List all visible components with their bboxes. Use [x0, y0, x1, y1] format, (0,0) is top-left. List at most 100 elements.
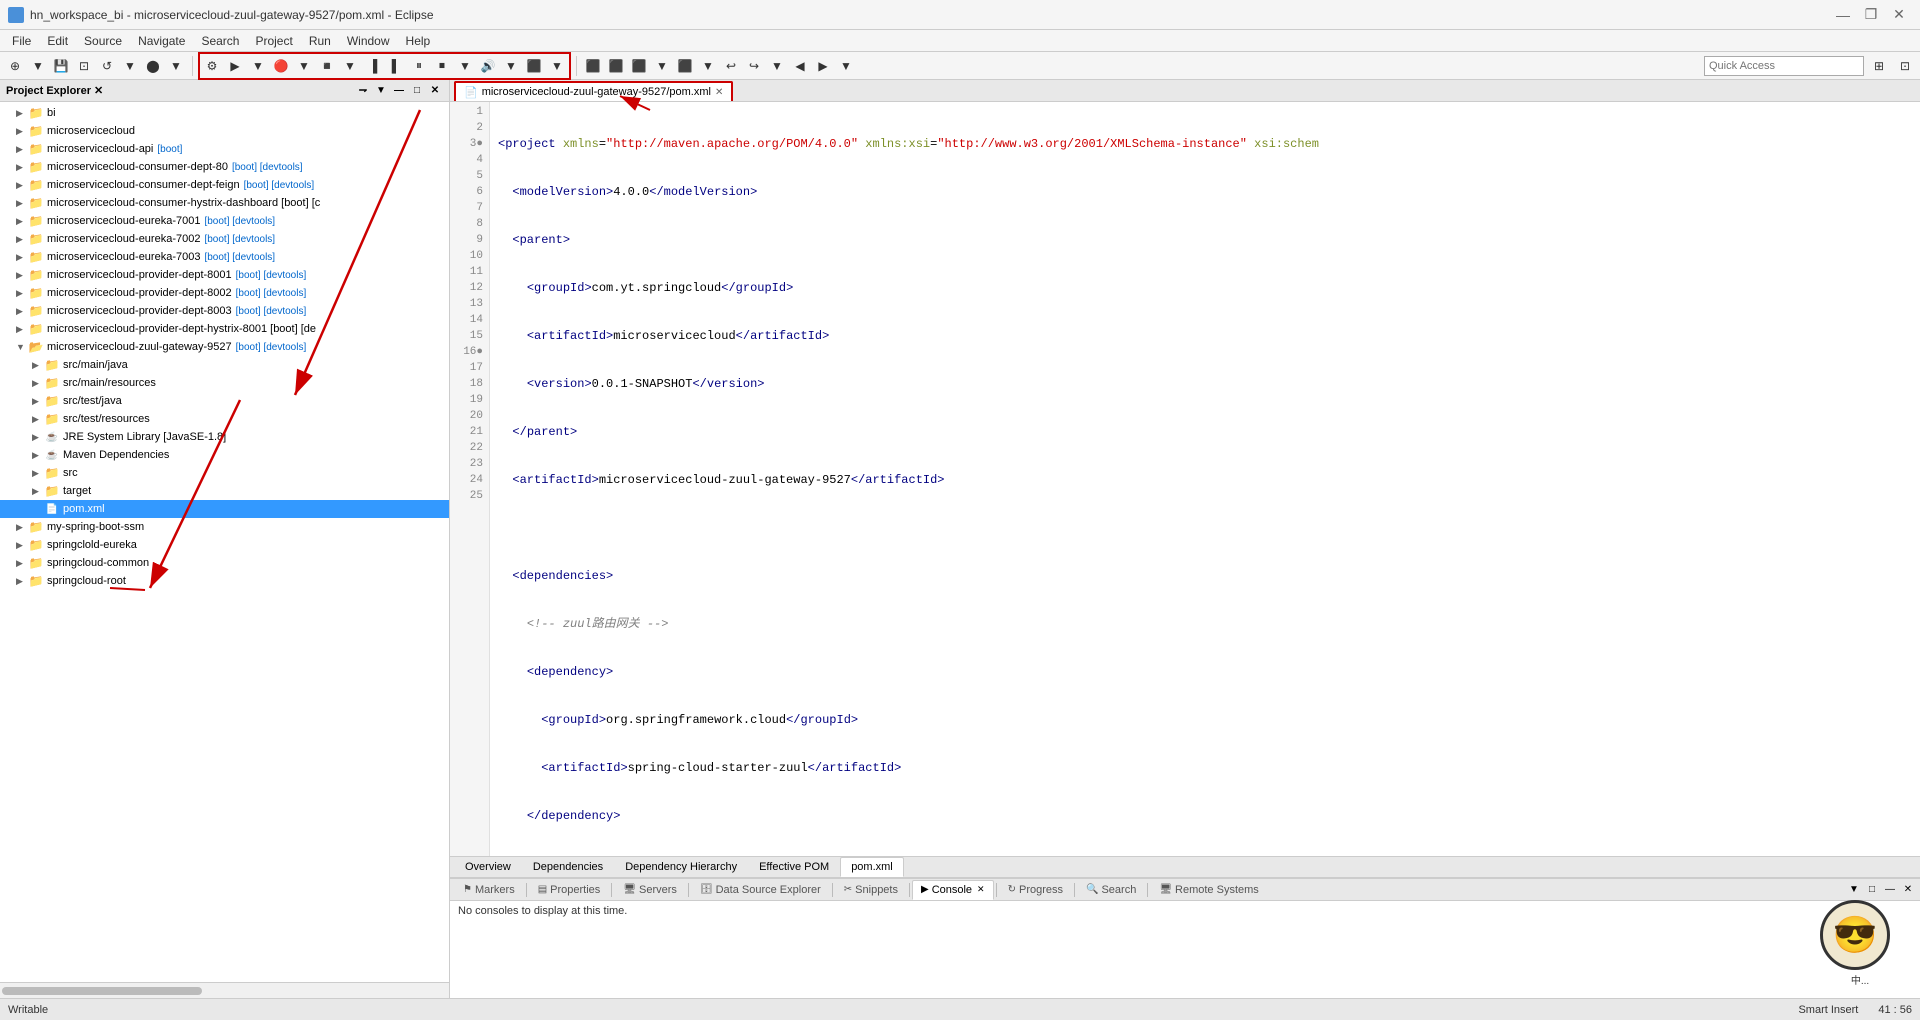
- tree-item-springcloud-common[interactable]: ▶ 📁 springcloud-common: [0, 554, 449, 572]
- maximize-button[interactable]: ❐: [1858, 4, 1884, 26]
- quick-access-input[interactable]: [1704, 56, 1864, 76]
- toolbar-hl-btn13[interactable]: 🔊: [477, 55, 499, 77]
- menu-file[interactable]: File: [4, 30, 39, 52]
- tree-item-api[interactable]: ▶ 📁 microservicecloud-api [boot]: [0, 140, 449, 158]
- toolbar-hl-btn7[interactable]: ▼: [339, 55, 361, 77]
- toolbar-hl-btn16[interactable]: ▼: [546, 55, 568, 77]
- tree-item-maven-deps[interactable]: ▶ ☕ Maven Dependencies: [0, 446, 449, 464]
- menu-source[interactable]: Source: [76, 30, 130, 52]
- toolbar-btn7[interactable]: ⬤: [142, 55, 164, 77]
- menu-search[interactable]: Search: [193, 30, 247, 52]
- bottom-tab-snippets[interactable]: ✂ Snippets: [835, 880, 907, 900]
- toolbar-r-btn7[interactable]: ↩: [720, 55, 742, 77]
- code-lines[interactable]: <project xmlns="http://maven.apache.org/…: [490, 102, 1920, 856]
- tree-item-src-test-res[interactable]: ▶ 📁 src/test/resources: [0, 410, 449, 428]
- menu-run[interactable]: Run: [301, 30, 339, 52]
- toolbar-r-btn10[interactable]: ◀: [789, 55, 811, 77]
- bottom-action-btn2[interactable]: □: [1864, 882, 1880, 898]
- toolbar-r-btn5[interactable]: ⬛: [674, 55, 696, 77]
- toolbar-btn6[interactable]: ▼: [119, 55, 141, 77]
- editor-tab-close[interactable]: ✕: [715, 87, 723, 98]
- tree-item-springclold-eureka[interactable]: ▶ 📁 springclold-eureka: [0, 536, 449, 554]
- perspective-btn2[interactable]: ⊡: [1894, 55, 1916, 77]
- tree-item-bi[interactable]: ▶ 📁 bi: [0, 104, 449, 122]
- menu-window[interactable]: Window: [339, 30, 398, 52]
- toolbar-r-btn3[interactable]: ⬛: [628, 55, 650, 77]
- toolbar-r-btn1[interactable]: ⬛: [582, 55, 604, 77]
- tree-item-springcloud-root[interactable]: ▶ 📁 springcloud-root: [0, 572, 449, 590]
- tree-item-pom[interactable]: 📄 pom.xml: [0, 500, 449, 518]
- toolbar-hl-btn8[interactable]: ▐: [362, 55, 384, 77]
- pom-tab-effective[interactable]: Effective POM: [748, 857, 840, 877]
- tree-item-microservicecloud[interactable]: ▶ 📁 microservicecloud: [0, 122, 449, 140]
- tree-item-hystrix-dashboard[interactable]: ▶ 📁 microservicecloud-consumer-hystrix-d…: [0, 194, 449, 212]
- toolbar-hl-btn1[interactable]: ⚙: [201, 55, 223, 77]
- toolbar-hl-btn14[interactable]: ▼: [500, 55, 522, 77]
- toolbar-r-btn4[interactable]: ▼: [651, 55, 673, 77]
- tree-scrollbar[interactable]: [0, 982, 449, 998]
- tree-item-src-test-java[interactable]: ▶ 📁 src/test/java: [0, 392, 449, 410]
- toolbar-r-btn6[interactable]: ▼: [697, 55, 719, 77]
- toolbar-hl-btn2[interactable]: ▶: [224, 55, 246, 77]
- toolbar-btn8[interactable]: ▼: [165, 55, 187, 77]
- bottom-tab-datasource[interactable]: 🗄 Data Source Explorer: [691, 880, 830, 900]
- toolbar-hl-btn15[interactable]: ⬛: [523, 55, 545, 77]
- toolbar-btn4[interactable]: ⊡: [73, 55, 95, 77]
- menu-edit[interactable]: Edit: [39, 30, 76, 52]
- menu-navigate[interactable]: Navigate: [130, 30, 193, 52]
- toolbar-r-btn11[interactable]: ▶: [812, 55, 834, 77]
- toolbar-r-btn2[interactable]: ⬛: [605, 55, 627, 77]
- tree-item-eureka-7002[interactable]: ▶ 📁 microservicecloud-eureka-7002 [boot]…: [0, 230, 449, 248]
- toolbar-r-btn12[interactable]: ▼: [835, 55, 857, 77]
- tree-item-eureka-7003[interactable]: ▶ 📁 microservicecloud-eureka-7003 [boot]…: [0, 248, 449, 266]
- toolbar-new-btn[interactable]: ⊕: [4, 55, 26, 77]
- tree-item-zuul[interactable]: ▼ 📂 microservicecloud-zuul-gateway-9527 …: [0, 338, 449, 356]
- bottom-tab-properties[interactable]: ▤ Properties: [529, 880, 610, 900]
- menu-help[interactable]: Help: [398, 30, 439, 52]
- tree-item-provider-8001[interactable]: ▶ 📁 microservicecloud-provider-dept-8001…: [0, 266, 449, 284]
- toolbar-btn3[interactable]: 💾: [50, 55, 72, 77]
- pom-tab-overview[interactable]: Overview: [454, 857, 522, 877]
- menu-project[interactable]: Project: [247, 30, 300, 52]
- toolbar-hl-btn10[interactable]: ⏸: [408, 55, 430, 77]
- tree-item-consumer-80[interactable]: ▶ 📁 microservicecloud-consumer-dept-80 […: [0, 158, 449, 176]
- pom-tab-xml[interactable]: pom.xml: [840, 857, 904, 877]
- bottom-action-btn1[interactable]: ▼: [1846, 882, 1862, 898]
- toolbar-hl-btn12[interactable]: ▼: [454, 55, 476, 77]
- toolbar-hl-btn11[interactable]: ⏹: [431, 55, 453, 77]
- minimize-button[interactable]: —: [1830, 4, 1856, 26]
- panel-min-btn[interactable]: —: [391, 83, 407, 99]
- tree-item-spring-ssm[interactable]: ▶ 📁 my-spring-boot-ssm: [0, 518, 449, 536]
- pom-tab-dependencies[interactable]: Dependencies: [522, 857, 614, 877]
- toolbar-hl-btn4[interactable]: 🔴: [270, 55, 292, 77]
- bottom-tab-remote[interactable]: 🖥 Remote Systems: [1150, 880, 1267, 900]
- bottom-tab-search[interactable]: 🔍 Search: [1077, 880, 1145, 900]
- tree-item-eureka-7001[interactable]: ▶ 📁 microservicecloud-eureka-7001 [boot]…: [0, 212, 449, 230]
- toolbar-r-btn8[interactable]: ↪: [743, 55, 765, 77]
- tree-item-target[interactable]: ▶ 📁 target: [0, 482, 449, 500]
- bottom-action-btn3[interactable]: —: [1882, 882, 1898, 898]
- editor-tab-pom[interactable]: 📄 microservicecloud-zuul-gateway-9527/po…: [454, 81, 733, 101]
- bottom-tab-progress[interactable]: ↻ Progress: [999, 880, 1072, 900]
- tree-item-jre[interactable]: ▶ ☕ JRE System Library [JavaSE-1.8]: [0, 428, 449, 446]
- toolbar-hl-btn6[interactable]: ◾: [316, 55, 338, 77]
- tree-item-provider-8002[interactable]: ▶ 📁 microservicecloud-provider-dept-8002…: [0, 284, 449, 302]
- panel-close-btn[interactable]: ✕: [427, 83, 443, 99]
- bottom-tab-servers[interactable]: 🖥 Servers: [614, 880, 686, 900]
- toolbar-hl-btn3[interactable]: ▼: [247, 55, 269, 77]
- console-close[interactable]: ✕: [977, 884, 985, 895]
- panel-collapse-btn[interactable]: ⇁: [355, 83, 371, 99]
- tree-item-provider-hystrix-8001[interactable]: ▶ 📁 microservicecloud-provider-dept-hyst…: [0, 320, 449, 338]
- bottom-tab-markers[interactable]: ⚑ Markers: [454, 880, 524, 900]
- tree-item-src-main-res[interactable]: ▶ 📁 src/main/resources: [0, 374, 449, 392]
- toolbar-r-btn9[interactable]: ▼: [766, 55, 788, 77]
- tree-item-provider-8003[interactable]: ▶ 📁 microservicecloud-provider-dept-8003…: [0, 302, 449, 320]
- tree-item-feign[interactable]: ▶ 📁 microservicecloud-consumer-dept-feig…: [0, 176, 449, 194]
- toolbar-btn2[interactable]: ▼: [27, 55, 49, 77]
- tree-item-src[interactable]: ▶ 📁 src: [0, 464, 449, 482]
- close-button[interactable]: ✕: [1886, 4, 1912, 26]
- panel-max-btn[interactable]: □: [409, 83, 425, 99]
- bottom-tab-console[interactable]: ▶ Console ✕: [912, 880, 994, 900]
- panel-menu-btn[interactable]: ▼: [373, 83, 389, 99]
- toolbar-btn5[interactable]: ↺: [96, 55, 118, 77]
